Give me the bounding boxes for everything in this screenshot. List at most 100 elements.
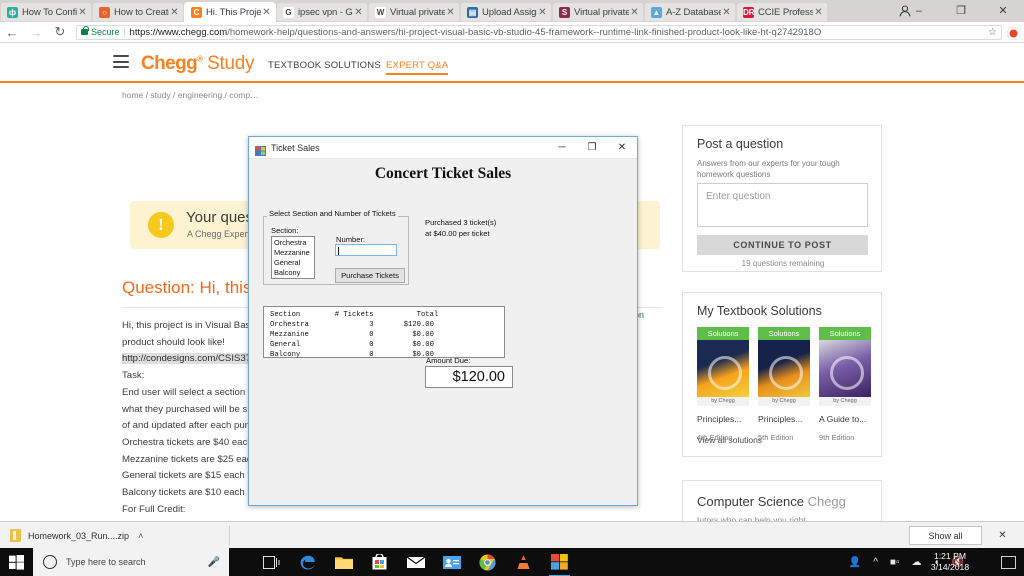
chrome-icon[interactable] [478,553,497,572]
tab-close-icon[interactable]: ✕ [445,7,456,18]
book-edition: 5th Edition [758,433,794,442]
file-explorer-icon[interactable] [334,553,353,572]
window-minimize-button[interactable]: – [898,0,940,22]
textbook-solutions-title: My Textbook Solutions [697,304,822,318]
browser-tab[interactable]: W Virtual private ✕ [368,2,460,22]
window-maximize-button[interactable]: ❐ [940,0,982,22]
browser-tab[interactable]: ф How To Config ✕ [0,2,92,22]
visual-studio-app-icon[interactable] [549,553,570,576]
back-icon[interactable]: ← [0,25,24,40]
ticket-sales-titlebar[interactable]: Ticket Sales ─ ❐ ✕ [249,137,637,159]
clock-time: 1:21 PM [933,551,966,561]
taskbar-search[interactable]: Type here to search 🎤 [33,548,229,576]
battery-icon[interactable]: ■▫ [890,557,900,568]
tab-close-icon[interactable]: ✕ [537,7,548,18]
download-file-name: Homework_03_Run....zip [28,530,130,541]
page-title: Question: Hi, this [122,278,252,297]
browser-toolbar: ← → ↻ Secure https://www.chegg.com/homew… [0,22,1024,43]
by-chegg-label: by Chegg [758,397,810,406]
listbox-item[interactable]: General [274,258,314,268]
logo-registered-icon: ® [197,54,203,64]
tab-list: ф How To Config ✕ ○ How to Create ✕ C Hi. This … [0,0,1024,22]
page-viewport: Chegg® Study TEXTBOOK SOLUTIONS EXPERT Q… [0,43,1024,521]
book-title: Principles... [697,414,742,424]
nav-textbook-solutions[interactable]: TEXTBOOK SOLUTIONS [268,60,381,71]
breadcrumb[interactable]: home / study / engineering / comp… [122,90,259,100]
download-menu-chevron-icon[interactable]: ˄ [138,531,143,541]
ticket-sales-title: Ticket Sales [271,142,320,153]
listbox-item[interactable]: Balcony [274,268,314,278]
listbox-item[interactable]: Mezzanine [274,248,314,258]
browser-tab[interactable]: ▲ A-Z Databases✕ [644,2,736,22]
nav-expert-qa[interactable]: EXPERT Q&A [386,60,449,75]
address-bar-url: https://www.chegg.com/homework-help/ques… [130,27,985,38]
number-input[interactable] [335,244,397,256]
browser-tab[interactable]: ○ How to Create ✕ [92,2,184,22]
shelf-divider [229,526,230,545]
close-shelf-icon[interactable]: ✕ [993,526,1012,545]
show-all-downloads-button[interactable]: Show all [909,526,982,545]
computer-science-title: Computer Science Chegg [697,494,846,509]
tab-close-icon[interactable]: ✕ [261,7,272,18]
vlc-icon[interactable] [514,553,533,572]
book-cover [819,340,871,397]
extension-icon[interactable] [1007,27,1020,40]
vb-maximize-button[interactable]: ❐ [577,137,607,158]
post-question-subtitle: Answers from our experts for your tough … [697,159,840,179]
forward-icon[interactable]: → [24,25,48,40]
question-input[interactable]: Enter question [697,183,868,227]
summary-row: Balcony 0 $0.00 [270,351,434,359]
tab-close-icon[interactable]: ✕ [813,7,824,18]
vb-close-button[interactable]: ✕ [607,137,637,158]
book-card[interactable]: Solutions by Chegg Principles... 5th Editio… [758,327,810,442]
book-card[interactable]: Solutions by Chegg Principles... 4th Editio… [697,327,749,442]
tab-favicon: ▤ [467,6,478,18]
reload-icon[interactable]: ↻ [48,24,72,40]
browser-tab[interactable]: ▤ Upload Assign ✕ [460,2,552,22]
cs-title-grey: Chegg [807,494,846,509]
tab-favicon: ▲ [651,6,662,18]
bookmark-star-icon[interactable]: ☆ [988,27,997,38]
tab-close-icon[interactable]: ✕ [353,7,364,18]
tray-chevron-up-icon[interactable]: ^ [873,557,878,568]
store-icon[interactable] [370,553,389,572]
listbox-item[interactable]: Orchestra [274,238,314,248]
book-card[interactable]: Solutions by Chegg A Guide to... 9th Editio… [819,327,871,442]
view-all-solutions-link[interactable]: View all solutions [697,435,762,445]
purchase-tickets-button[interactable]: Purchase Tickets [335,268,405,283]
contacts-icon[interactable] [442,553,461,572]
show-desktop-button[interactable] [1001,556,1016,569]
microphone-icon[interactable]: 🎤 [208,557,220,568]
browser-tab[interactable]: S Virtual private ✕ [552,2,644,22]
window-close-button[interactable]: ✕ [982,0,1024,22]
tab-close-icon[interactable]: ✕ [77,7,88,18]
browser-tab[interactable]: DR CCIE Profession✕ [736,2,828,22]
vb-minimize-button[interactable]: ─ [547,137,577,158]
address-bar[interactable]: Secure https://www.chegg.com/homework-he… [76,24,1002,40]
tab-close-icon[interactable]: ✕ [629,7,640,18]
highlighted-link[interactable]: http://condesigns.com/CSIS37 [122,353,252,365]
continue-to-post-button[interactable]: CONTINUE TO POST [697,235,868,255]
people-icon[interactable]: 👤 [849,557,861,568]
tab-close-icon[interactable]: ✕ [721,7,732,18]
omnibox-divider [123,27,125,37]
book-title: Principles... [758,414,803,424]
clock-text: 1:21 PM 3/14/2018 [918,551,982,573]
chegg-logo[interactable]: Chegg® Study [141,53,254,75]
section-listbox[interactable]: Orchestra Mezzanine General Balcony [271,236,315,279]
download-item[interactable]: Homework_03_Run....zip ˄ [10,526,143,545]
windows-logo-icon [9,554,24,570]
mail-icon[interactable] [406,553,425,572]
tab-favicon: W [375,6,386,18]
browser-tab[interactable]: C Hi. This Project✕ [184,2,276,22]
hamburger-menu-icon[interactable] [113,55,129,68]
tab-close-icon[interactable]: ✕ [169,7,180,18]
tab-label: How To Config [22,6,77,18]
browser-tab[interactable]: Gipsec vpn - Go ✕ [276,2,368,22]
summary-row: General 0 $0.00 [270,341,434,349]
edge-icon[interactable] [298,553,317,572]
browser-tab-strip: ф How To Config ✕ ○ How to Create ✕ C Hi. This … [0,0,1024,22]
post-question-card: Post a question Answers from our experts… [682,125,882,272]
task-view-icon[interactable] [262,553,281,572]
start-button[interactable] [0,548,33,576]
